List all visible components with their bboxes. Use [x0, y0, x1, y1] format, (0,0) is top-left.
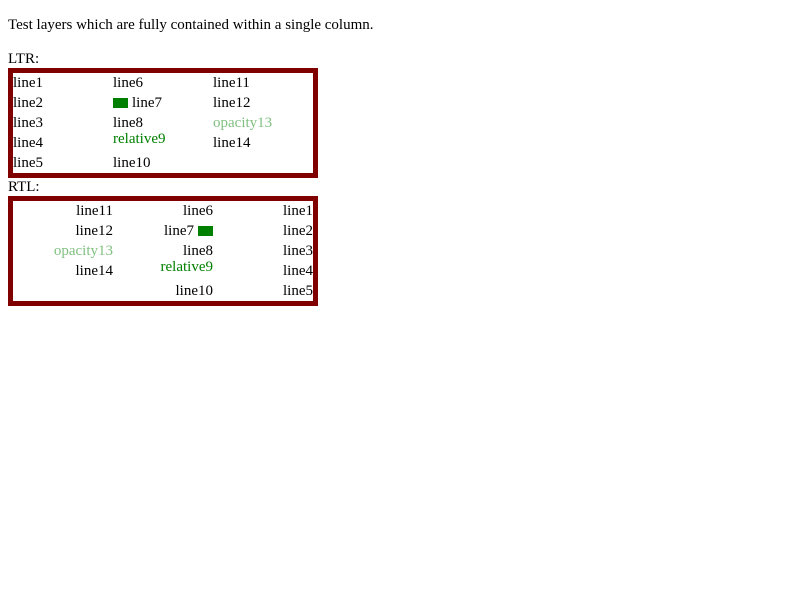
- rtl-opacity13: opacity13: [53, 243, 113, 259]
- ltr-line1: line1: [13, 75, 43, 91]
- rtl-line2: line2: [283, 223, 313, 239]
- rtl-line6: line6: [183, 203, 213, 219]
- ltr-relative9: relative9: [113, 131, 166, 147]
- rtl-multicol-box: line1 line2 line3 line4 line5 line6 line…: [8, 196, 318, 306]
- ltr-multicol-box: line1 line2 line3 line4 line5 line6 line…: [8, 68, 318, 178]
- rtl-line7: line7: [164, 223, 194, 239]
- rtl-line12: line12: [75, 223, 114, 239]
- rtl-line3: line3: [283, 243, 313, 259]
- rtl-line10: line10: [175, 283, 214, 299]
- ltr-line3: line3: [13, 115, 43, 131]
- ltr-label: LTR:: [8, 51, 40, 67]
- ltr-line12: line12: [213, 95, 251, 111]
- rtl-line4: line4: [283, 263, 313, 279]
- ltr-line7: line7: [132, 95, 162, 111]
- rtl-green-square: [198, 226, 213, 236]
- intro-text: Test layers which are fully contained wi…: [8, 17, 374, 33]
- ltr-line11: line11: [213, 75, 250, 91]
- rtl-line14: line14: [75, 263, 114, 279]
- ltr-line5: line5: [13, 155, 43, 171]
- rtl-label: RTL:: [8, 179, 40, 195]
- rtl-line1: line1: [283, 203, 313, 219]
- ltr-line6: line6: [113, 75, 143, 91]
- ltr-line10: line10: [113, 155, 151, 171]
- ltr-line2: line2: [13, 95, 43, 111]
- ltr-opacity13: opacity13: [213, 115, 273, 131]
- ltr-green-square: [113, 98, 128, 108]
- ltr-line4: line4: [13, 135, 43, 151]
- rtl-line5: line5: [283, 283, 313, 299]
- rtl-relative9: relative9: [160, 259, 213, 275]
- rtl-line11: line11: [76, 203, 113, 219]
- ltr-line14: line14: [213, 135, 251, 151]
